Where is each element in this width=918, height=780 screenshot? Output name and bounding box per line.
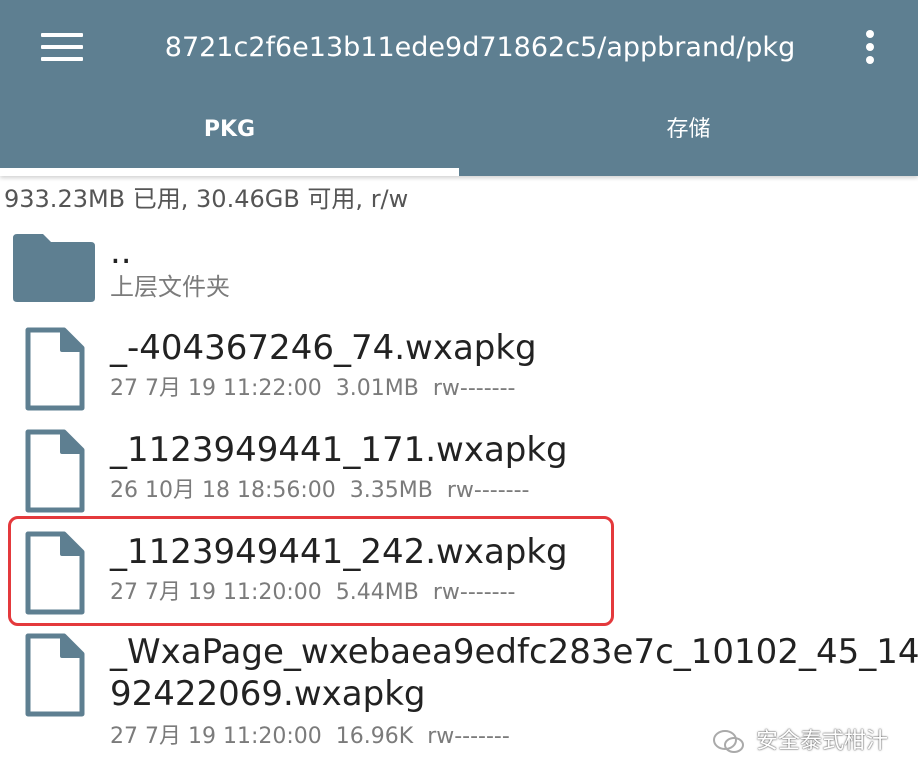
file-meta: 27 7月 19 11:20:00 16.96K rw------- bbox=[110, 722, 524, 752]
list-item-parent-folder[interactable]: .. 上层文件夹 bbox=[0, 226, 918, 310]
overflow-more-icon[interactable] bbox=[856, 28, 884, 68]
file-size: 16.96K bbox=[335, 724, 414, 749]
file-permissions: rw------- bbox=[446, 478, 530, 503]
parent-folder-label: 上层文件夹 bbox=[110, 273, 230, 301]
file-name: _1123949441_171.wxapkg bbox=[110, 430, 568, 470]
file-date: 27 7月 19 11:22:00 bbox=[110, 376, 322, 401]
file-icon bbox=[25, 633, 85, 717]
tab-pkg[interactable]: PKG bbox=[0, 100, 459, 168]
list-item[interactable]: _1123949441_171.wxapkg 26 10月 18 18:56:0… bbox=[0, 424, 918, 520]
storage-info: 933.23MB 已用, 30.46GB 可用, r/w bbox=[4, 185, 409, 213]
hamburger-menu-icon[interactable] bbox=[41, 33, 85, 63]
parent-folder-name: .. bbox=[110, 232, 132, 272]
app-bar: 8721c2f6e13b11ede9d71862c5/appbrand/pkg … bbox=[0, 0, 918, 176]
tab-storage[interactable]: 存储 bbox=[459, 100, 918, 168]
file-name: _-404367246_74.wxapkg bbox=[110, 328, 537, 368]
file-name-line2: 92422069.wxapkg bbox=[110, 674, 426, 714]
file-size: 3.35MB bbox=[349, 478, 433, 503]
file-meta: 27 7月 19 11:22:00 3.01MB rw------- bbox=[110, 374, 529, 404]
file-permissions: rw------- bbox=[427, 724, 510, 749]
file-date: 27 7月 19 11:20:00 bbox=[110, 724, 322, 749]
watermark: 安全泰式柑汁 bbox=[712, 722, 888, 762]
watermark-text: 安全泰式柑汁 bbox=[756, 729, 889, 754]
file-size: 3.01MB bbox=[335, 376, 419, 401]
file-name-line1: _WxaPage_wxebaea9edfc283e7c_10102_45_14 bbox=[110, 632, 918, 672]
file-icon bbox=[25, 429, 85, 513]
folder-icon bbox=[13, 234, 95, 302]
file-permissions: rw------- bbox=[432, 376, 516, 401]
wechat-icon bbox=[713, 730, 744, 753]
file-meta: 26 10月 18 18:56:00 3.35MB rw------- bbox=[110, 476, 543, 506]
file-date: 26 10月 18 18:56:00 bbox=[110, 478, 336, 503]
current-path-title: 8721c2f6e13b11ede9d71862c5/appbrand/pkg bbox=[164, 32, 796, 63]
file-icon bbox=[25, 327, 85, 411]
highlight-box bbox=[8, 516, 614, 626]
list-item[interactable]: _-404367246_74.wxapkg 27 7月 19 11:22:00 3… bbox=[0, 322, 918, 418]
active-tab-indicator bbox=[0, 168, 459, 176]
